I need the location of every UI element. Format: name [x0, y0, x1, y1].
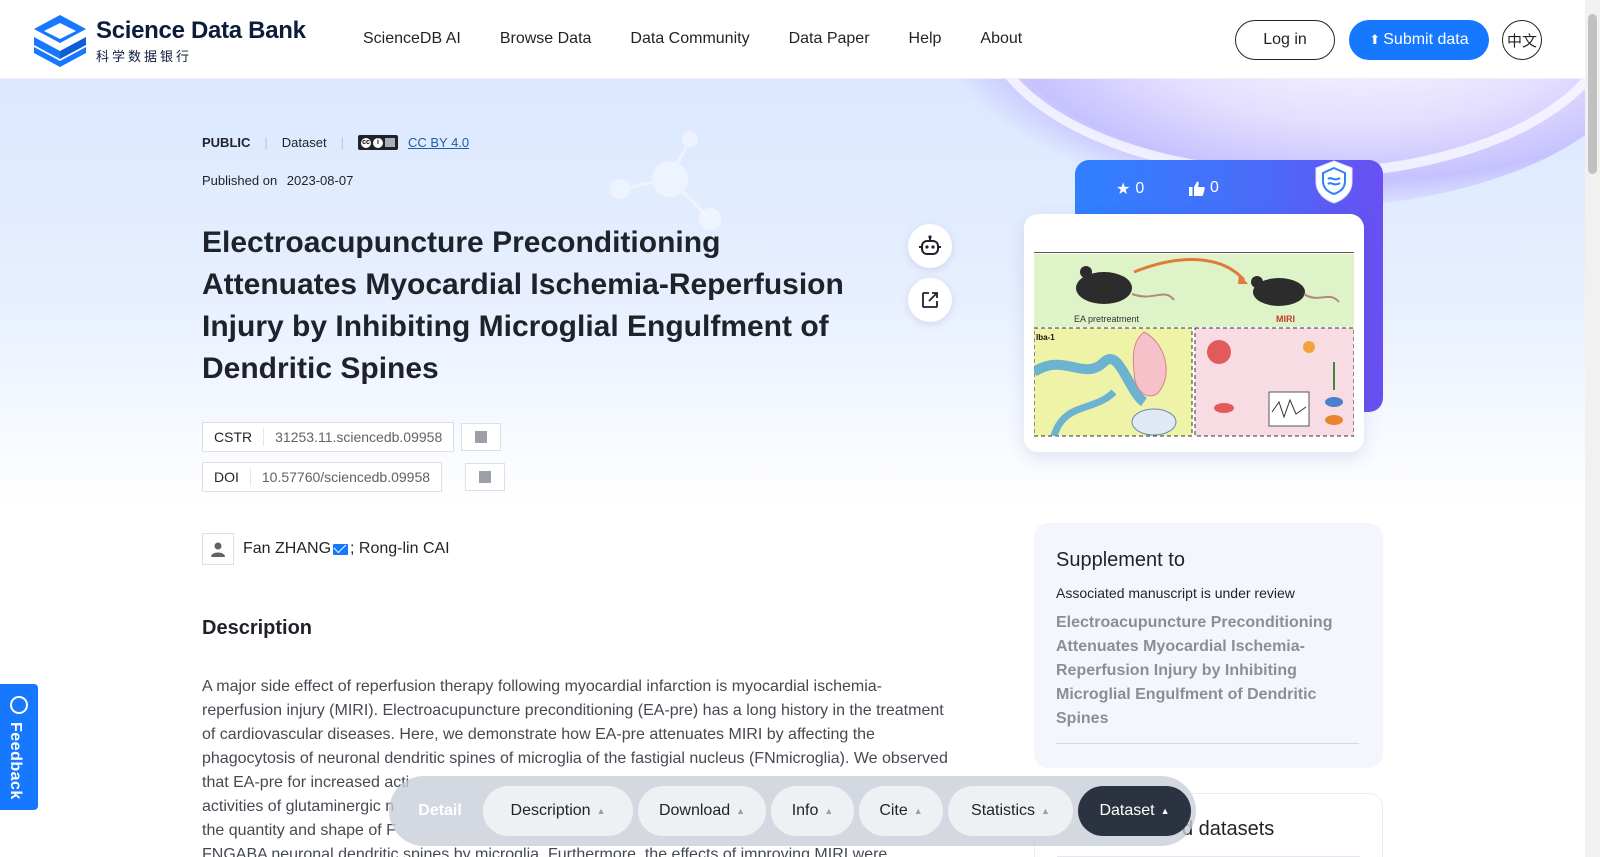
description-heading: Description — [202, 617, 313, 639]
section-description-label: Description — [510, 802, 591, 819]
section-description-button[interactable]: Description ▲ — [483, 786, 633, 836]
language-toggle-button[interactable]: 中文 — [1502, 20, 1542, 60]
detail-label[interactable]: Detail — [397, 802, 483, 820]
page-scrollbar[interactable] — [1585, 0, 1600, 857]
logo-mark-icon — [34, 15, 86, 67]
figure-label-miri: MIRI — [1276, 314, 1295, 324]
related-datasets-heading: d datasets — [1182, 818, 1275, 840]
nav-about[interactable]: About — [980, 30, 1022, 48]
share-icon — [922, 292, 938, 308]
published-date: Published on 2023-08-07 — [202, 173, 353, 188]
feedback-label: Feedback — [7, 722, 24, 800]
like-count[interactable]: 0 — [1189, 179, 1219, 197]
divider: | — [264, 135, 268, 150]
section-info-label: Info — [791, 802, 819, 819]
graphical-abstract-image: EA pretreatment MIRI Iba-1 — [1034, 252, 1354, 437]
doi-field: DOI 10.57760/sciencedb.09958 — [202, 462, 443, 492]
section-cite-button[interactable]: Cite ▲ — [859, 786, 943, 836]
manuscript-status: Associated manuscript is under review — [1056, 585, 1295, 601]
description-line: of cardiovascular diseases. Here, we dem… — [202, 726, 875, 743]
section-download-label: Download — [658, 802, 731, 819]
cstr-field: CSTR 31253.11.sciencedb.09958 — [202, 422, 455, 452]
submit-data-label: Submit data — [1383, 31, 1469, 48]
nav-browse-data[interactable]: Browse Data — [500, 30, 592, 48]
cstr-value[interactable]: 31253.11.sciencedb.09958 — [264, 429, 453, 445]
main-nav: ScienceDB AI Browse Data Data Community … — [363, 30, 1061, 48]
author-fan-zhang[interactable]: Fan ZHANG — [243, 540, 331, 558]
chevron-up-icon: ▲ — [1041, 806, 1050, 816]
description-line: reperfusion injury (MIRI). Electroacupun… — [202, 702, 944, 719]
cstr-label: CSTR — [203, 428, 265, 446]
section-info-button[interactable]: Info ▲ — [771, 786, 854, 836]
scrollbar-thumb[interactable] — [1588, 14, 1597, 174]
supplement-paper-title[interactable]: Electroacupuncture Preconditioning Atten… — [1056, 611, 1356, 731]
logo-title: Science Data Bank — [96, 17, 306, 44]
star-count-value: 0 — [1135, 180, 1145, 197]
license-link[interactable]: CC BY 4.0 — [408, 135, 469, 150]
divider — [1056, 743, 1359, 744]
like-count-value: 0 — [1210, 179, 1219, 196]
nav-data-paper[interactable]: Data Paper — [789, 30, 870, 48]
dataset-figure-card[interactable]: EA pretreatment MIRI Iba-1 — [1024, 214, 1364, 452]
certification-shield-icon — [1315, 160, 1353, 204]
author-list: Fan ZHANG ; Rong-lin CAI — [202, 533, 450, 565]
description-line: phagocytosis of neuronal dendritic spine… — [202, 750, 948, 767]
ai-assistant-button[interactable] — [908, 224, 952, 268]
figure-label-iba: Iba-1 — [1036, 333, 1055, 342]
login-button[interactable]: Log in — [1235, 20, 1335, 60]
nav-help[interactable]: Help — [909, 30, 942, 48]
published-label: Published on — [202, 173, 278, 188]
copy-icon — [472, 428, 487, 443]
supplement-panel: Supplement to Associated manuscript is u… — [1034, 523, 1383, 768]
dataset-meta: PUBLIC | Dataset | cc i CC BY 4.0 — [202, 135, 469, 150]
feedback-icon — [10, 696, 28, 714]
section-statistics-button[interactable]: Statistics ▲ — [948, 786, 1073, 836]
email-icon[interactable] — [333, 543, 349, 555]
upload-icon: ⬆ — [1369, 32, 1381, 47]
nav-sciencedb-ai[interactable]: ScienceDB AI — [363, 30, 461, 48]
star-icon: ★ — [1116, 181, 1131, 198]
top-header: Science Data Bank 科学数据银行 ScienceDB AI Br… — [0, 0, 1585, 79]
published-value: 2023-08-07 — [286, 173, 354, 188]
chevron-up-icon: ▲ — [736, 806, 746, 816]
share-button[interactable] — [908, 278, 952, 322]
section-dataset-label: Dataset — [1099, 802, 1155, 819]
chevron-up-icon: ▲ — [596, 806, 606, 816]
star-count[interactable]: ★ 0 — [1116, 179, 1144, 199]
figure-label-ea: EA pretreatment — [1074, 314, 1140, 324]
chevron-up-icon: ▲ — [1160, 806, 1170, 816]
type-label: Dataset — [281, 135, 327, 150]
section-nav-bar: Detail Description ▲ Download ▲ Info ▲ Cite… — [389, 776, 1196, 846]
site-logo[interactable]: Science Data Bank 科学数据银行 — [32, 13, 306, 69]
supplement-heading: Supplement to — [1056, 549, 1185, 571]
copy-doi-button[interactable] — [465, 463, 505, 491]
cc-license-icon: cc i — [357, 135, 398, 150]
submit-data-button[interactable]: ⬆ Submit data — [1349, 20, 1489, 60]
robot-icon — [919, 235, 941, 255]
section-cite-label: Cite — [879, 802, 908, 819]
person-icon — [202, 533, 234, 565]
logo-subtitle: 科学数据银行 — [96, 49, 193, 64]
thumbs-up-icon — [1189, 181, 1205, 196]
visibility-label: PUBLIC — [202, 135, 251, 150]
doi-label: DOI — [203, 468, 251, 486]
section-download-button[interactable]: Download ▲ — [638, 786, 766, 836]
description-line: A major side effect of reperfusion thera… — [202, 678, 883, 695]
copy-cstr-button[interactable] — [461, 423, 501, 451]
author-rong-lin-cai[interactable]: ; Rong-lin CAI — [350, 540, 450, 558]
feedback-tab[interactable]: Feedback — [0, 684, 38, 810]
nav-data-community[interactable]: Data Community — [630, 30, 749, 48]
dataset-title: Electroacupuncture Preconditioning Atten… — [202, 226, 844, 385]
section-dataset-button[interactable]: Dataset ▲ — [1078, 786, 1191, 836]
section-statistics-label: Statistics — [971, 802, 1036, 819]
divider: | — [340, 135, 344, 150]
doi-value[interactable]: 10.57760/sciencedb.09958 — [251, 469, 441, 485]
chevron-up-icon: ▲ — [913, 806, 923, 816]
copy-icon — [476, 468, 491, 483]
chevron-up-icon: ▲ — [824, 806, 834, 816]
